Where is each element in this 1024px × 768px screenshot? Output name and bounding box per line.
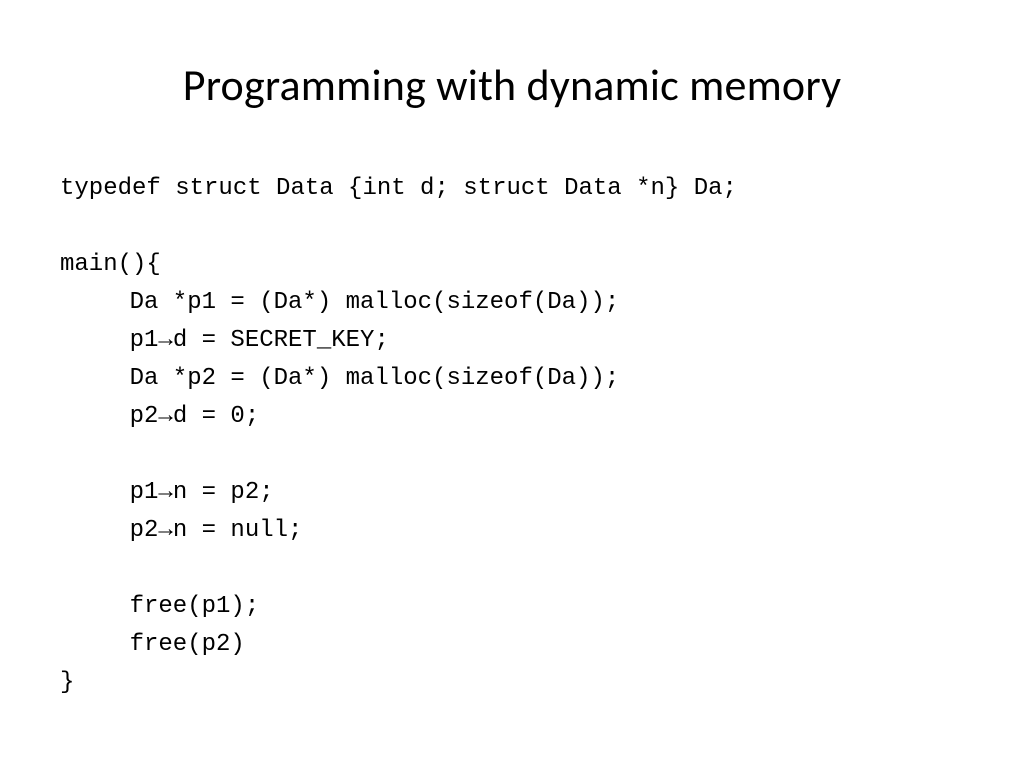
- code-line: d = SECRET_KEY;: [173, 327, 389, 354]
- slide: Programming with dynamic memory typedef …: [0, 0, 1024, 768]
- code-line: n = p2;: [173, 479, 274, 506]
- code-block: typedef struct Data {int d; struct Data …: [60, 170, 737, 702]
- code-line: free(p1);: [130, 593, 260, 620]
- code-line: free(p2): [130, 631, 245, 658]
- code-line: Da *p2 = (Da*) malloc(sizeof(Da));: [130, 365, 620, 392]
- code-line: p1: [130, 327, 159, 354]
- arrow-icon: →: [158, 517, 172, 544]
- code-line: typedef struct Data {int d; struct Data …: [60, 175, 737, 202]
- arrow-icon: →: [158, 327, 172, 354]
- arrow-icon: →: [158, 479, 172, 506]
- code-line: n = null;: [173, 517, 303, 544]
- code-line: Da *p1 = (Da*) malloc(sizeof(Da));: [130, 289, 620, 316]
- code-line: d = 0;: [173, 403, 259, 430]
- arrow-icon: →: [158, 403, 172, 430]
- code-line: p1: [130, 479, 159, 506]
- code-line: p2: [130, 517, 159, 544]
- code-line: main(){: [60, 251, 161, 278]
- code-line: }: [60, 669, 74, 696]
- code-line: p2: [130, 403, 159, 430]
- slide-title: Programming with dynamic memory: [0, 58, 1024, 112]
